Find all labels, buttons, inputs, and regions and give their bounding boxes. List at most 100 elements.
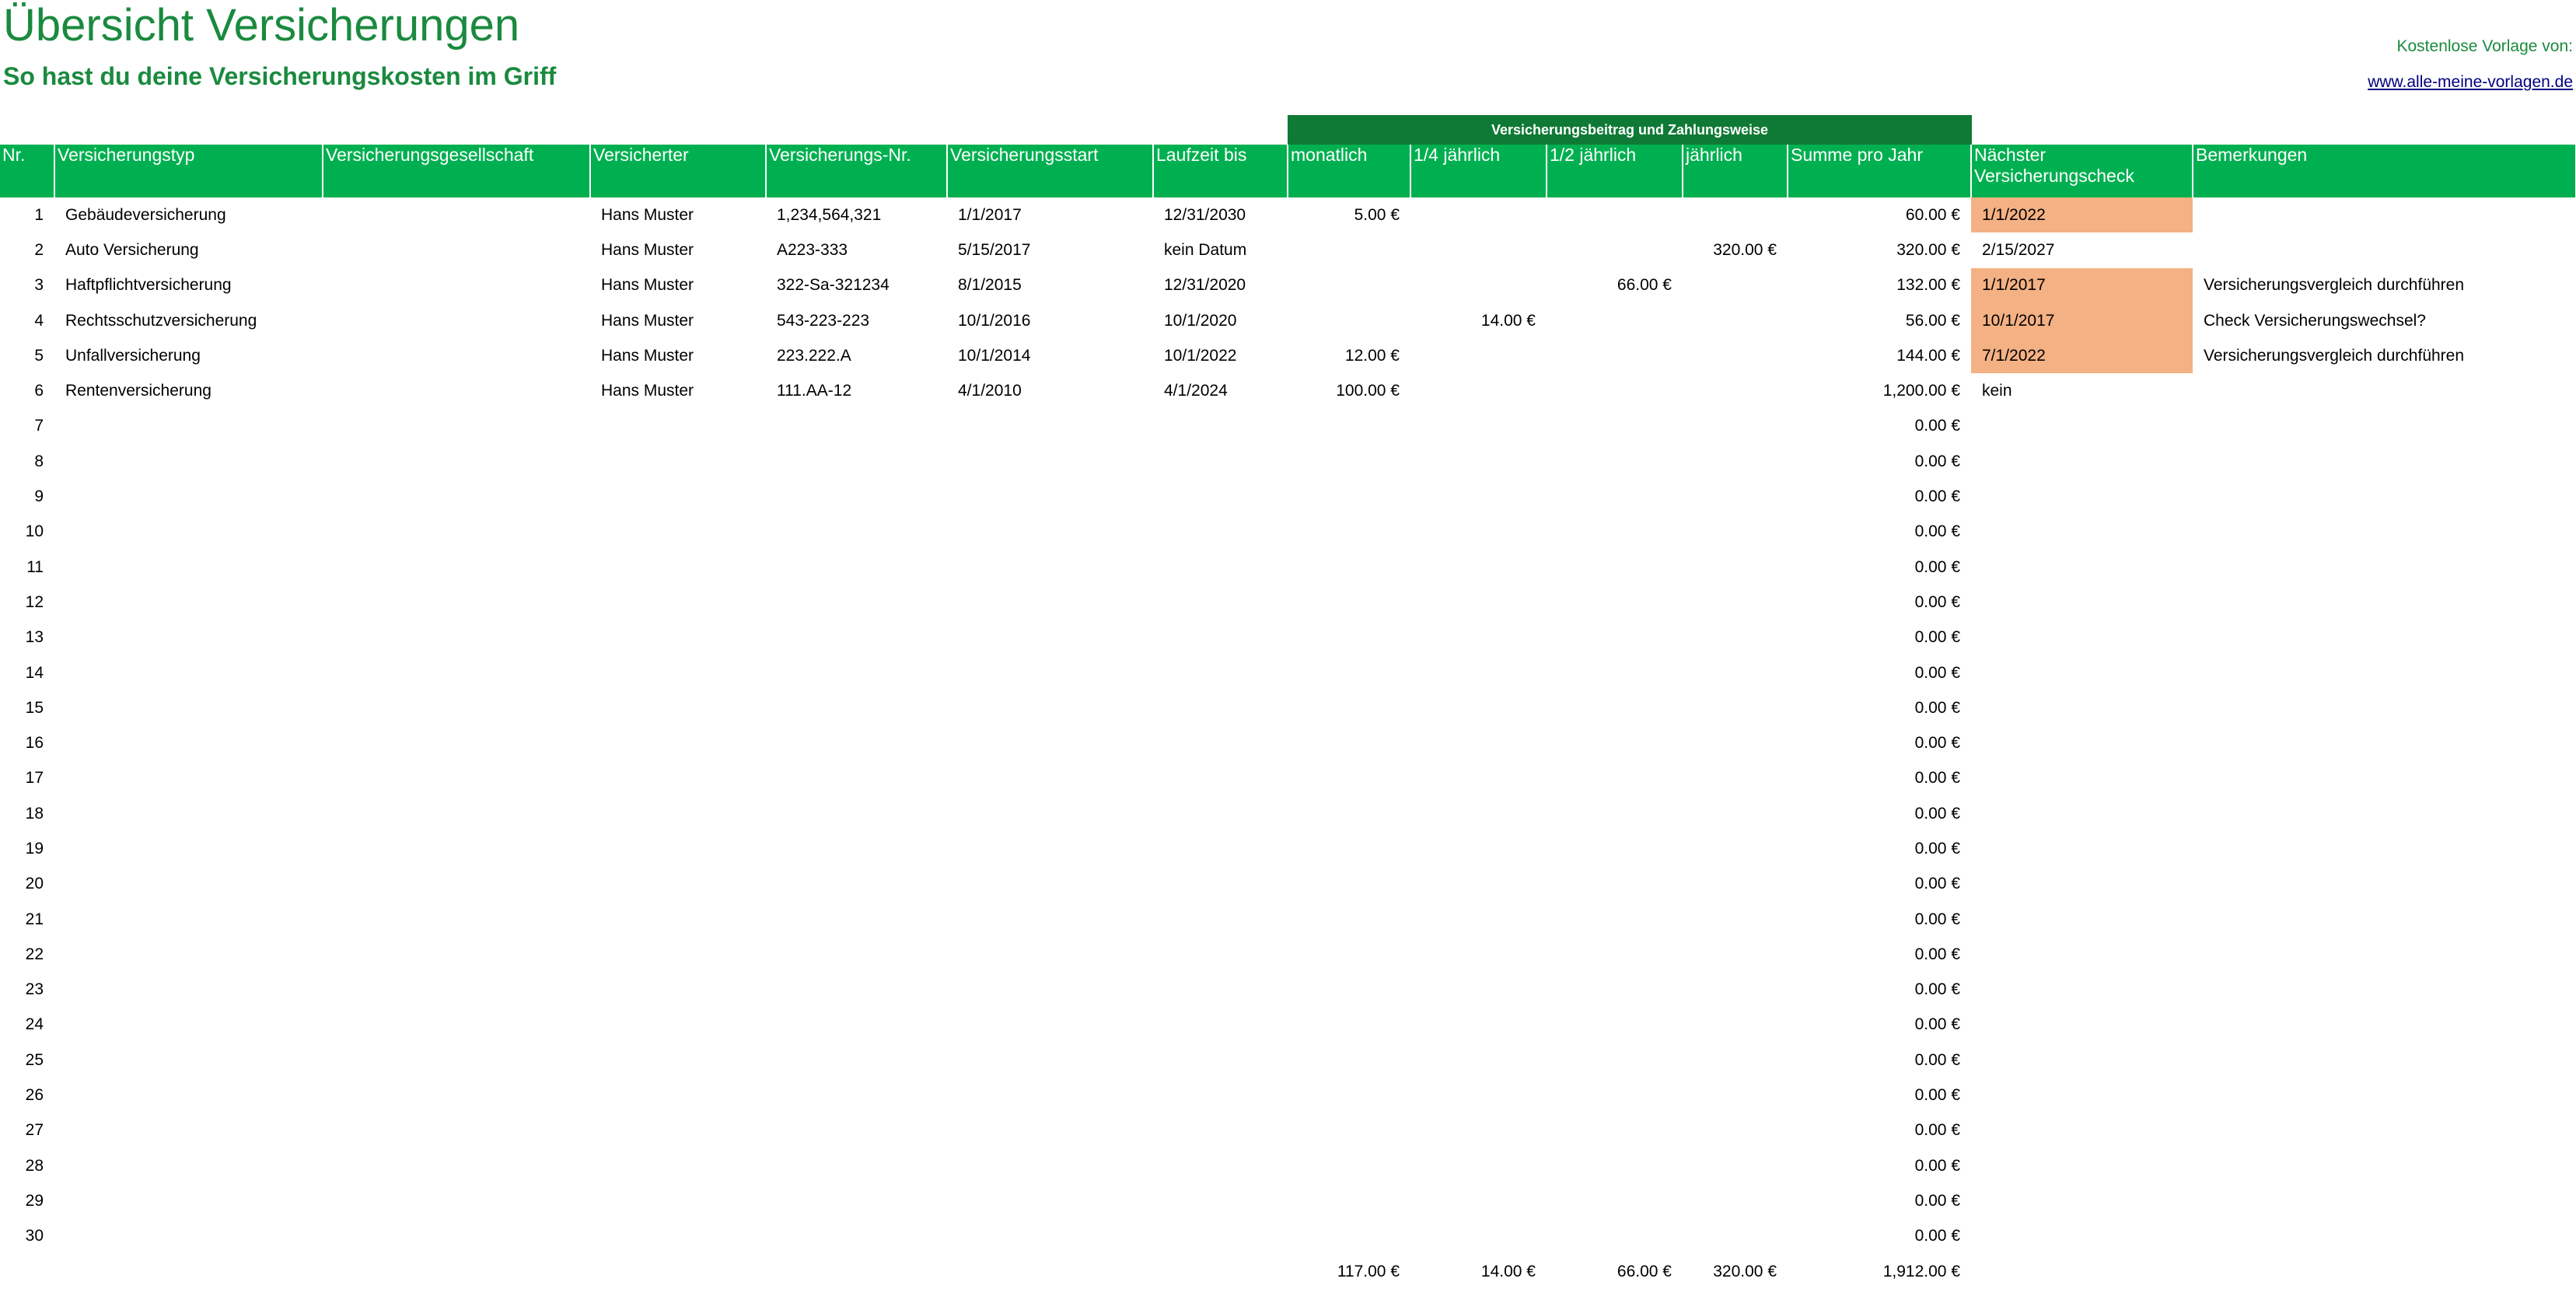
cell-jaehrlich[interactable] [1683,515,1788,550]
col-header-laufzeit[interactable]: Laufzeit bis [1153,145,1288,197]
cell-start[interactable] [947,937,1153,972]
cell-check[interactable] [1971,620,2193,655]
cell-viertel[interactable] [1410,479,1547,514]
cell-gesellschaft[interactable] [323,232,590,267]
cell-summe[interactable]: 320.00 € [1788,232,1971,267]
cell-versicherter[interactable]: Hans Muster [590,373,766,408]
cell-halb[interactable] [1547,973,1683,1008]
cell-summe[interactable]: 0.00 € [1788,973,1971,1008]
cell-vnr[interactable]: 223.222.A [766,338,947,373]
cell-check[interactable] [1971,1219,2193,1254]
cell-summe[interactable]: 0.00 € [1788,550,1971,585]
cell-nr[interactable]: 29 [0,1183,54,1218]
cell-laufzeit[interactable] [1153,515,1288,550]
cell-bemerkung[interactable] [2193,444,2576,479]
cell-typ[interactable] [54,409,323,444]
cell-jaehrlich[interactable] [1683,831,1788,866]
cell-check[interactable] [1971,831,2193,866]
cell-monatlich[interactable] [1288,902,1410,937]
cell-monatlich[interactable] [1288,479,1410,514]
cell-typ[interactable] [54,444,323,479]
cell-nr[interactable]: 1 [0,197,54,232]
cell-halb[interactable] [1547,655,1683,690]
cell-versicherter[interactable] [590,409,766,444]
cell-viertel[interactable] [1410,409,1547,444]
cell-laufzeit[interactable]: 12/31/2020 [1153,268,1288,303]
cell-halb[interactable] [1547,761,1683,796]
cell-start[interactable] [947,1183,1153,1218]
cell-start[interactable]: 8/1/2015 [947,268,1153,303]
cell-bemerkung[interactable]: Check Versicherungswechsel? [2193,303,2576,338]
cell-jaehrlich[interactable] [1683,1148,1788,1183]
cell-gesellschaft[interactable] [323,1043,590,1078]
cell-laufzeit[interactable] [1153,409,1288,444]
cell-nr[interactable]: 27 [0,1113,54,1148]
cell-vnr[interactable] [766,515,947,550]
cell-laufzeit[interactable]: 12/31/2030 [1153,197,1288,232]
cell-bemerkung[interactable] [2193,515,2576,550]
cell-vnr[interactable] [766,409,947,444]
cell-laufzeit[interactable]: 4/1/2024 [1153,373,1288,408]
cell-vnr[interactable] [766,867,947,902]
cell-bemerkung[interactable]: Versicherungsvergleich durchführen [2193,268,2576,303]
cell-check[interactable]: 1/1/2022 [1971,197,2193,233]
cell-typ[interactable] [54,973,323,1008]
cell-typ[interactable] [54,1008,323,1043]
cell-monatlich[interactable] [1288,620,1410,655]
template-credit-link[interactable]: www.alle-meine-vorlagen.de [2368,73,2573,92]
cell-gesellschaft[interactable] [323,197,590,232]
cell-nr[interactable]: 9 [0,479,54,514]
cell-bemerkung[interactable]: Versicherungsvergleich durchführen [2193,338,2576,373]
cell-jaehrlich[interactable] [1683,303,1788,338]
cell-check[interactable] [1971,1008,2193,1043]
cell-bemerkung[interactable] [2193,831,2576,866]
cell-monatlich[interactable] [1288,515,1410,550]
cell-check[interactable]: kein [1971,373,2193,408]
cell-jaehrlich[interactable] [1683,867,1788,902]
col-header-check[interactable]: Nächster Versicherungscheck [1971,145,2193,197]
cell-start[interactable] [947,655,1153,690]
cell-halb[interactable] [1547,550,1683,585]
cell-gesellschaft[interactable] [323,1148,590,1183]
cell-start[interactable] [947,1078,1153,1113]
col-header-jaehrlich[interactable]: jährlich [1683,145,1788,197]
cell-bemerkung[interactable] [2193,902,2576,937]
cell-versicherter[interactable] [590,867,766,902]
cell-versicherter[interactable] [590,725,766,760]
cell-summe[interactable]: 0.00 € [1788,1183,1971,1218]
cell-summe[interactable]: 0.00 € [1788,1148,1971,1183]
cell-halb[interactable] [1547,1183,1683,1218]
cell-summe[interactable]: 0.00 € [1788,1043,1971,1078]
cell-summe[interactable]: 0.00 € [1788,444,1971,479]
col-header-monatlich[interactable]: monatlich [1288,145,1411,197]
cell-typ[interactable]: Rechtsschutzversicherung [54,303,323,338]
cell-vnr[interactable] [766,444,947,479]
cell-viertel[interactable] [1410,867,1547,902]
cell-check[interactable] [1971,973,2193,1008]
cell-halb[interactable] [1547,1113,1683,1148]
cell-versicherter[interactable] [590,690,766,725]
cell-halb[interactable] [1547,585,1683,620]
cell-viertel[interactable] [1410,937,1547,972]
cell-summe[interactable]: 60.00 € [1788,197,1971,232]
cell-start[interactable] [947,550,1153,585]
cell-summe[interactable]: 0.00 € [1788,796,1971,831]
cell-nr[interactable]: 23 [0,973,54,1008]
cell-laufzeit[interactable] [1153,620,1288,655]
cell-halb[interactable] [1547,690,1683,725]
total-monatlich[interactable]: 117.00 € [1288,1254,1410,1289]
cell-check[interactable]: 2/15/2027 [1971,232,2193,267]
cell-viertel[interactable] [1410,761,1547,796]
cell-check[interactable]: 10/1/2017 [1971,302,2193,339]
cell-gesellschaft[interactable] [323,1183,590,1218]
cell-versicherter[interactable] [590,902,766,937]
cell-jaehrlich[interactable] [1683,338,1788,373]
cell-viertel[interactable] [1410,232,1547,267]
cell-monatlich[interactable]: 5.00 € [1288,197,1410,232]
cell-laufzeit[interactable] [1153,973,1288,1008]
total-viertel[interactable]: 14.00 € [1410,1254,1547,1289]
cell-check[interactable]: 1/1/2017 [1971,267,2193,303]
cell-gesellschaft[interactable] [323,1219,590,1254]
cell-summe[interactable]: 0.00 € [1788,725,1971,760]
cell-viertel[interactable] [1410,1078,1547,1113]
